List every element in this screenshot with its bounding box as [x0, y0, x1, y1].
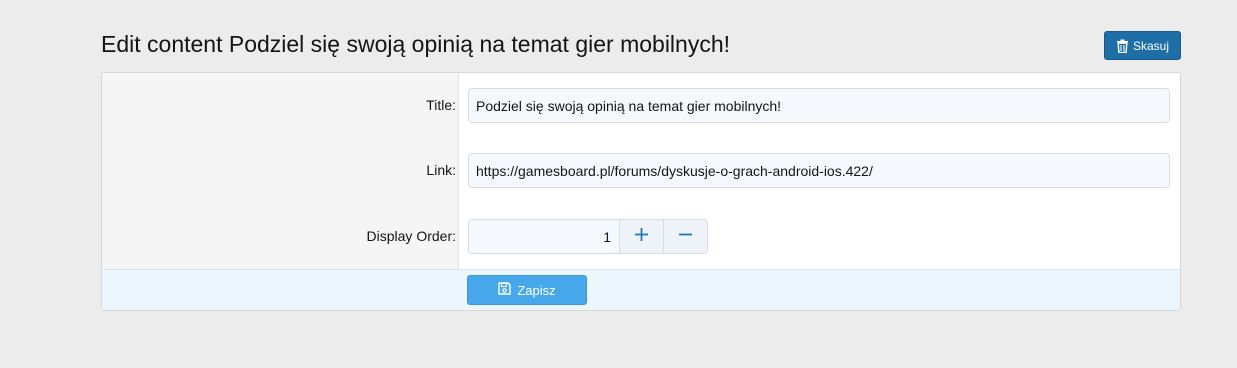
delete-button[interactable]: Skasuj [1104, 31, 1181, 60]
save-button[interactable]: Zapisz [467, 275, 587, 305]
form-submit-row: Zapisz [102, 269, 1180, 310]
display-order-input[interactable] [469, 220, 619, 253]
link-input[interactable] [468, 153, 1170, 188]
display-order-stepper [468, 219, 708, 254]
title-input[interactable] [468, 88, 1170, 123]
plus-icon [635, 227, 648, 246]
save-button-label: Zapisz [517, 282, 556, 298]
minus-icon [679, 228, 692, 246]
delete-button-label: Skasuj [1132, 38, 1170, 53]
display-order-label: Display Order: [366, 228, 456, 244]
title-label: Title: [426, 97, 456, 113]
trash-icon [1116, 39, 1129, 53]
edit-form: Title: Link: Display Order: [101, 72, 1181, 311]
increment-button[interactable] [619, 220, 663, 253]
decrement-button[interactable] [663, 220, 707, 253]
link-label: Link: [426, 162, 456, 178]
floppy-disk-icon [498, 282, 512, 298]
page-title: Edit content Podziel się swoją opinią na… [101, 31, 731, 57]
